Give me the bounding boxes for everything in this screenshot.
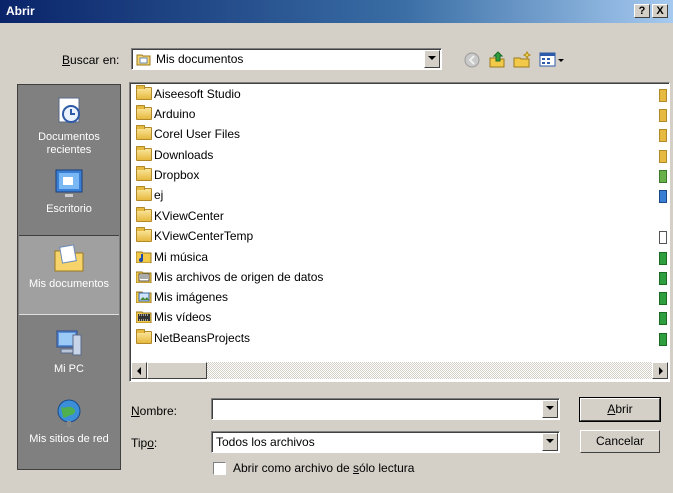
data-sources-folder-icon	[135, 270, 152, 284]
readonly-label[interactable]: Abrir como archivo de sólo lectura	[233, 461, 414, 475]
place-label: Mis documentos	[28, 278, 110, 290]
place-label: Mi PC	[54, 363, 84, 375]
chevron-down-icon[interactable]	[542, 400, 558, 418]
desktop-icon	[53, 167, 85, 199]
file-icon	[659, 292, 667, 305]
music-folder-icon	[135, 250, 152, 264]
file-item[interactable]: Mis vídeos	[135, 309, 211, 327]
scroll-right-icon[interactable]	[652, 362, 668, 379]
horizontal-scrollbar[interactable]	[131, 362, 668, 379]
file-icon	[659, 333, 667, 346]
chevron-down-icon[interactable]	[542, 433, 558, 451]
my-documents-icon	[53, 242, 85, 274]
filetype-value: Todos los archivos	[216, 435, 315, 449]
cancel-button[interactable]: Cancelar	[580, 430, 660, 453]
open-button[interactable]: Abrir	[579, 397, 661, 422]
look-in-value: Mis documentos	[156, 52, 244, 66]
file-item[interactable]: NetBeansProjects	[136, 329, 250, 348]
window-title: Abrir	[6, 4, 35, 18]
my-documents-small-icon	[136, 52, 151, 66]
place-recent-documents[interactable]: Documentos recientes	[19, 89, 119, 159]
file-item[interactable]: Aiseesoft Studio	[136, 85, 241, 104]
new-folder-icon[interactable]	[512, 50, 532, 70]
place-desktop[interactable]: Escritorio	[19, 161, 119, 227]
place-my-documents[interactable]: Mis documentos	[19, 235, 119, 315]
view-menu-icon[interactable]	[538, 50, 568, 70]
folder-icon	[136, 146, 152, 162]
back-icon[interactable]	[463, 51, 483, 71]
place-label: Documentos recientes	[38, 131, 100, 156]
folder-icon	[136, 166, 152, 182]
place-my-computer[interactable]: Mi PC	[19, 321, 119, 385]
file-item[interactable]: KViewCenterTemp	[136, 227, 253, 246]
place-network-places[interactable]: Mis sitios de red	[19, 391, 119, 461]
folder-icon	[659, 109, 667, 122]
network-places-icon	[53, 397, 85, 429]
file-item[interactable]: Downloads	[136, 146, 213, 165]
close-button[interactable]: X	[652, 4, 668, 18]
places-bar: Documentos recientes Escritorio Mis docu…	[17, 84, 121, 470]
recent-documents-icon	[53, 95, 85, 127]
filetype-label: Tipo:	[131, 436, 158, 450]
file-icon	[659, 312, 667, 325]
look-in-label: Buscar en:	[62, 53, 120, 67]
file-item[interactable]: Mis imágenes	[135, 289, 228, 307]
folder-icon	[136, 329, 152, 345]
file-item[interactable]: Mis archivos de origen de datos	[135, 269, 323, 287]
file-item[interactable]: Mi música	[135, 249, 208, 267]
folder-icon	[136, 227, 152, 243]
look-in-dropdown[interactable]: Mis documentos	[131, 48, 442, 70]
readonly-checkbox[interactable]	[213, 462, 226, 475]
folder-icon	[136, 207, 152, 223]
file-icon	[659, 252, 667, 265]
up-folder-icon[interactable]	[487, 50, 507, 70]
filetype-dropdown[interactable]: Todos los archivos	[211, 431, 560, 453]
open-file-dialog: Abrir ? X Buscar en: Mis documentos Docu…	[0, 0, 673, 493]
file-icon	[659, 170, 667, 183]
file-item[interactable]: KViewCenter	[136, 207, 224, 226]
file-item[interactable]: Arduino	[136, 105, 195, 124]
folder-icon	[136, 105, 152, 121]
filename-label: Nombre:	[131, 404, 178, 418]
file-item[interactable]: ej	[136, 186, 163, 205]
place-label: Mis sitios de red	[29, 433, 109, 445]
chevron-down-icon[interactable]	[424, 50, 440, 68]
place-label: Escritorio	[46, 203, 92, 215]
file-icon	[659, 272, 667, 285]
file-item[interactable]: Dropbox	[136, 166, 199, 185]
folder-icon	[136, 186, 152, 202]
folder-icon	[659, 150, 667, 163]
file-item[interactable]: Corel User Files	[136, 125, 240, 144]
folder-icon	[659, 129, 667, 142]
folder-icon	[659, 89, 667, 102]
folder-icon	[136, 125, 152, 141]
scroll-left-icon[interactable]	[131, 362, 147, 379]
scrollbar-thumb[interactable]	[147, 362, 207, 379]
videos-folder-icon	[135, 310, 152, 324]
file-icon	[659, 231, 667, 244]
my-computer-icon	[53, 327, 85, 359]
pictures-folder-icon	[135, 290, 152, 304]
file-list[interactable]: Aiseesoft Studio Arduino Corel User File…	[129, 82, 670, 382]
filename-input[interactable]	[211, 398, 560, 420]
title-bar[interactable]: Abrir ? X	[0, 0, 673, 23]
file-icon	[659, 190, 667, 203]
help-button[interactable]: ?	[634, 4, 650, 18]
folder-icon	[136, 85, 152, 101]
